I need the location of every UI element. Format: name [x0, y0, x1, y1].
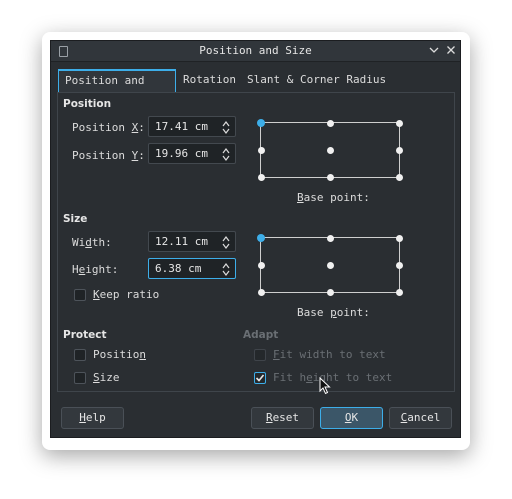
arrow-down-icon[interactable] [222, 127, 230, 135]
mnemonic: S [93, 371, 100, 384]
arrow-down-icon[interactable] [222, 242, 230, 250]
height-value: 6.38 cm [155, 262, 202, 275]
mnemonic: K [93, 288, 100, 301]
label-text: : [138, 149, 145, 162]
base-point-middle-left[interactable] [257, 146, 265, 154]
fit-height-checkbox[interactable] [254, 372, 266, 384]
position-y-value: 19.96 cm [155, 147, 208, 160]
label-text: th: [91, 236, 112, 249]
label-text: ight: [85, 263, 119, 276]
label-text: elp [85, 411, 106, 424]
mnemonic: B [297, 191, 304, 204]
base-point-bottom-right[interactable] [395, 173, 403, 181]
fit-height-label[interactable]: Fit height to text [273, 371, 392, 384]
fit-width-checkbox[interactable] [254, 349, 266, 361]
tab-label: Slant & Corner Radius [247, 73, 387, 86]
label-text: Position [72, 121, 132, 134]
mnemonic: p [330, 306, 337, 319]
label-text: Fit h [273, 371, 307, 384]
checkmark-icon [255, 374, 265, 382]
cancel-button[interactable]: Cancel [389, 407, 452, 429]
title-bar[interactable]: Position and Size [51, 41, 460, 62]
label-text: H [72, 263, 79, 276]
mnemonic: O [344, 411, 352, 424]
keep-ratio-checkbox[interactable] [74, 289, 86, 301]
tab-position-and-size[interactable]: Position and Size [58, 69, 176, 107]
adapt-heading: Adapt [243, 329, 279, 341]
height-spinbox[interactable]: 6.38 cm [148, 258, 236, 279]
position-heading: Position [63, 98, 112, 110]
label-text: Wi [72, 236, 86, 249]
base-point-bottom-center[interactable] [326, 288, 334, 296]
position-base-point-label: Base point: [297, 191, 370, 204]
position-base-point-grid[interactable] [257, 119, 403, 181]
mnemonic: H [79, 411, 86, 424]
label-text: Positio [93, 348, 140, 361]
base-point-top-right[interactable] [395, 234, 403, 242]
protect-position-label[interactable]: Position [93, 348, 146, 361]
label-text: Position [72, 149, 132, 162]
size-base-point-label: Base point: [297, 306, 370, 319]
label-text: eep ratio [99, 288, 160, 301]
protect-position-checkbox[interactable] [74, 349, 86, 361]
base-point-top-right[interactable] [395, 119, 403, 127]
position-x-spinbox[interactable]: 17.41 cm [148, 116, 236, 137]
base-point-bottom-center[interactable] [326, 173, 334, 181]
protect-heading: Protect [63, 329, 107, 341]
mnemonic: R [265, 411, 273, 424]
arrow-down-icon[interactable] [222, 269, 230, 277]
base-point-bottom-left[interactable] [257, 173, 265, 181]
label-text: it width to text [279, 348, 386, 361]
label-text: oint: [336, 306, 370, 319]
width-label: Width: [72, 236, 112, 249]
width-value: 12.11 cm [155, 235, 208, 248]
ok-button[interactable]: OK [320, 407, 383, 429]
position-x-label: Position X: [72, 121, 145, 134]
chevron-down-icon[interactable] [426, 43, 442, 59]
tab-rotation[interactable]: Rotation [177, 69, 242, 92]
label-text: K [351, 411, 359, 424]
arrow-down-icon[interactable] [222, 154, 230, 162]
base-point-center[interactable] [326, 146, 334, 154]
mnemonic: n [139, 348, 146, 361]
label-text: eset [272, 411, 300, 424]
base-point-top-center[interactable] [326, 119, 334, 127]
mouse-cursor-icon [319, 377, 331, 395]
tab-label: Rotation [183, 73, 236, 86]
window-title: Position and Size [199, 44, 312, 57]
label-text: ize [99, 371, 120, 384]
width-spinbox[interactable]: 12.11 cm [148, 231, 236, 252]
protect-size-label[interactable]: Size [93, 371, 120, 384]
protect-size-checkbox[interactable] [74, 372, 86, 384]
keep-ratio-label[interactable]: Keep ratio [93, 288, 159, 301]
base-point-middle-right[interactable] [395, 261, 403, 269]
position-and-size-dialog: Position and Size Position and Size Rota… [50, 40, 461, 438]
label-text: Base [297, 306, 331, 319]
base-point-bottom-right[interactable] [395, 288, 403, 296]
position-x-value: 17.41 cm [155, 120, 208, 133]
position-y-spinbox[interactable]: 19.96 cm [148, 143, 236, 164]
reset-button[interactable]: Reset [251, 407, 314, 429]
label-text: ase point: [303, 191, 370, 204]
label-text: : [138, 121, 145, 134]
mnemonic: F [273, 348, 280, 361]
size-heading: Size [63, 213, 88, 225]
base-point-center[interactable] [326, 261, 334, 269]
base-point-middle-right[interactable] [395, 146, 403, 154]
label-text: ancel [407, 411, 441, 424]
base-point-top-left[interactable] [257, 234, 265, 242]
help-button[interactable]: Help [61, 407, 124, 429]
base-point-middle-left[interactable] [257, 261, 265, 269]
tab-slant-corner-radius[interactable]: Slant & Corner Radius [241, 69, 392, 92]
mnemonic: e [306, 371, 313, 384]
close-icon[interactable] [443, 43, 459, 59]
fit-width-label[interactable]: Fit width to text [273, 348, 386, 361]
base-point-top-center[interactable] [326, 234, 334, 242]
mnemonic: d [85, 236, 92, 249]
height-label: Height: [72, 263, 118, 276]
base-point-top-left[interactable] [257, 119, 265, 127]
position-y-label: Position Y: [72, 149, 145, 162]
size-base-point-grid[interactable] [257, 234, 403, 296]
base-point-bottom-left[interactable] [257, 288, 265, 296]
